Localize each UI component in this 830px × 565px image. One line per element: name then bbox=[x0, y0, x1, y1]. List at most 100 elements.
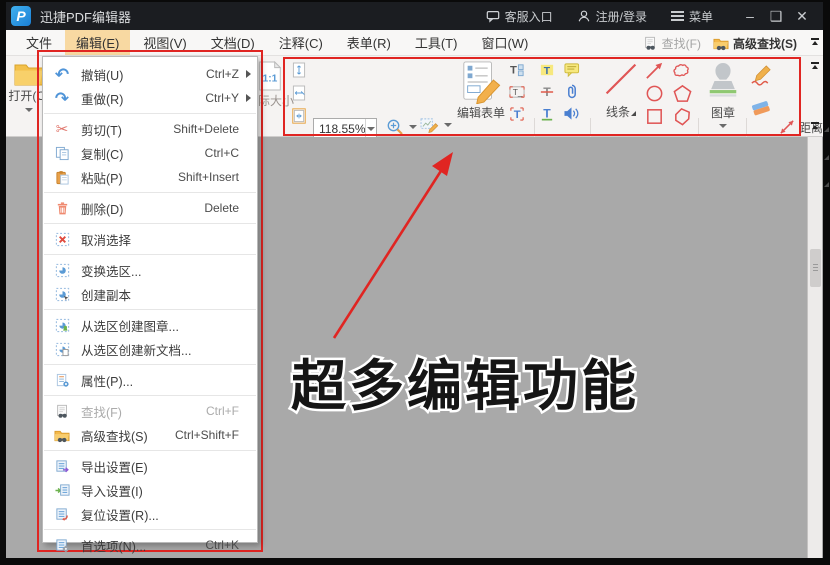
app-menu-label: 菜单 bbox=[689, 8, 713, 25]
menu-item-cut[interactable]: ✂剪切(T)Shift+Delete bbox=[43, 117, 257, 141]
attachment-pin-icon[interactable] bbox=[564, 84, 580, 100]
support-entry-button[interactable]: 客服入口 bbox=[478, 8, 561, 25]
menu-item-import-settings[interactable]: 导入设置(I) bbox=[43, 478, 257, 502]
fit-width-icon[interactable] bbox=[292, 85, 306, 101]
menu-item-paste[interactable]: 粘贴(P)Shift+Insert bbox=[43, 165, 257, 189]
menubar-item-form[interactable]: 表单(R) bbox=[336, 30, 402, 55]
menu-item-advanced-find[interactable]: 高级查找(S)Ctrl+Shift+F bbox=[43, 423, 257, 447]
distance-tool-button[interactable]: 距离 bbox=[778, 118, 829, 136]
line-label: 线条 bbox=[606, 105, 630, 119]
line-tool-button[interactable]: 线条 bbox=[598, 61, 644, 120]
edit-form-button[interactable]: 编辑表单 bbox=[454, 60, 508, 121]
vertical-scrollbar[interactable] bbox=[807, 137, 822, 558]
draw-group bbox=[750, 64, 773, 118]
svg-text:T: T bbox=[510, 64, 517, 76]
advanced-find-label: 高级查找(S) bbox=[733, 35, 797, 52]
strikethrough-text-icon[interactable]: T bbox=[539, 84, 555, 100]
pencil-draw-icon[interactable] bbox=[750, 64, 773, 87]
minimize-button[interactable]: – bbox=[739, 5, 761, 27]
sound-comment-icon[interactable] bbox=[563, 106, 580, 121]
support-entry-label: 客服入口 bbox=[505, 8, 553, 25]
toolbar-scroll-down-icon[interactable] bbox=[811, 122, 820, 129]
eraser-icon[interactable] bbox=[750, 99, 773, 118]
stamp-button[interactable]: 图章 bbox=[703, 60, 743, 128]
pentagon-shape-icon[interactable] bbox=[672, 83, 698, 104]
maximize-button[interactable]: ❑ bbox=[765, 5, 787, 27]
fit-visible-icon[interactable] bbox=[292, 108, 306, 124]
circle-shape-icon[interactable] bbox=[644, 83, 668, 104]
edit-menu-dropdown: ↶撤销(U)Ctrl+Z↷重做(R)Ctrl+Y✂剪切(T)Shift+Dele… bbox=[42, 56, 258, 543]
menu-item-stamp-from-selection[interactable]: 从选区创建图章... bbox=[43, 313, 257, 337]
menu-item-undo[interactable]: ↶撤销(U)Ctrl+Z bbox=[43, 62, 257, 86]
menubar-item-comment[interactable]: 注释(C) bbox=[268, 30, 334, 55]
menu-item-label: 重做(R) bbox=[81, 89, 205, 108]
menu-item-deselect[interactable]: 取消选择 bbox=[43, 227, 257, 251]
menu-item-properties[interactable]: 属性(P)... bbox=[43, 368, 257, 392]
app-menu-button[interactable]: 菜单 bbox=[663, 8, 721, 25]
menubar-item-tools[interactable]: 工具(T) bbox=[404, 30, 469, 55]
svg-text:T: T bbox=[543, 106, 551, 120]
typewriter-icon[interactable]: T bbox=[509, 106, 525, 122]
close-button[interactable]: ✕ bbox=[791, 5, 813, 27]
export-settings-icon bbox=[53, 458, 71, 475]
underline-text-icon[interactable]: T bbox=[539, 106, 555, 122]
fit-page-button[interactable] bbox=[292, 62, 306, 124]
edit-form-icon bbox=[460, 60, 502, 104]
menubar-item-document[interactable]: 文档(D) bbox=[200, 30, 266, 55]
form-fields-group: T T_ T bbox=[509, 62, 525, 122]
square-shape-icon[interactable] bbox=[644, 106, 668, 127]
toolbar-collapse-icon[interactable] bbox=[811, 38, 820, 45]
edit-object-icon bbox=[420, 117, 439, 133]
menu-item-label: 从选区创建新文档... bbox=[81, 340, 239, 359]
chevron-down-icon bbox=[367, 127, 375, 131]
titlebar: P 迅捷PDF编辑器 客服入口 注册/登录 菜单 – ❑ ✕ bbox=[6, 2, 823, 30]
menu-item-create-duplicate[interactable]: 创建副本 bbox=[43, 282, 257, 306]
menu-item-newdoc-from-selection[interactable]: 从选区创建新文档... bbox=[43, 337, 257, 361]
menu-item-shortcut: Ctrl+K bbox=[205, 538, 239, 552]
zoom-combo-arrow bbox=[365, 119, 376, 138]
arrow-shape-icon[interactable] bbox=[644, 60, 668, 81]
menubar-item-view[interactable]: 视图(V) bbox=[132, 30, 197, 55]
advanced-find-button[interactable]: 高级查找(S) bbox=[713, 35, 797, 52]
polygon-shape-icon[interactable] bbox=[672, 106, 698, 127]
menubar-item-edit[interactable]: 编辑(E) bbox=[65, 30, 130, 55]
menu-item-find[interactable]: 查找(F)Ctrl+F bbox=[43, 399, 257, 423]
highlight-text-icon[interactable]: T bbox=[539, 62, 555, 78]
menu-item-shortcut: Shift+Insert bbox=[178, 170, 239, 184]
menu-item-transform-selection[interactable]: 变换选区... bbox=[43, 258, 257, 282]
menu-item-label: 高级查找(S) bbox=[81, 426, 175, 445]
properties-icon bbox=[53, 372, 71, 389]
fit-page-icon bbox=[292, 62, 306, 78]
text-box-icon[interactable]: T_ bbox=[509, 84, 525, 100]
menu-item-label: 撤销(U) bbox=[81, 65, 206, 84]
advanced-find-icon bbox=[53, 427, 71, 444]
advanced-find-folder-icon bbox=[713, 36, 729, 51]
menu-item-export-settings[interactable]: 导出设置(E) bbox=[43, 454, 257, 478]
scrollbar-thumb[interactable] bbox=[810, 249, 821, 287]
app-logo-icon: P bbox=[11, 6, 31, 26]
menu-item-shortcut: Delete bbox=[204, 201, 239, 215]
cloud-shape-icon[interactable] bbox=[672, 60, 698, 81]
edit-object-button[interactable] bbox=[420, 117, 452, 133]
text-field-icon[interactable]: T bbox=[509, 62, 525, 78]
menubar-item-window[interactable]: 窗口(W) bbox=[470, 30, 539, 55]
sticky-note-icon[interactable] bbox=[564, 62, 580, 78]
menu-item-label: 剪切(T) bbox=[81, 120, 173, 139]
menu-item-reset-settings[interactable]: 复位设置(R)... bbox=[43, 502, 257, 526]
toolbar-scroll-up-icon[interactable] bbox=[811, 62, 820, 69]
svg-text:T_: T_ bbox=[513, 87, 523, 97]
zoom-level-combobox[interactable]: 118.55% bbox=[313, 118, 377, 139]
menu-item-redo[interactable]: ↷重做(R)Ctrl+Y bbox=[43, 86, 257, 110]
find-button[interactable]: 查找(F) bbox=[643, 35, 701, 52]
trash-icon bbox=[53, 200, 71, 217]
menu-item-delete[interactable]: 删除(D)Delete bbox=[43, 196, 257, 220]
stamp-icon bbox=[705, 60, 741, 104]
menu-item-preferences[interactable]: 首选项(N)...Ctrl+K bbox=[43, 533, 257, 557]
menu-item-copy[interactable]: 复制(C)Ctrl+C bbox=[43, 141, 257, 165]
chat-icon bbox=[486, 9, 500, 23]
marquee-zoom-button[interactable] bbox=[386, 118, 417, 136]
menu-item-shortcut: Ctrl+C bbox=[205, 146, 239, 160]
menubar-item-file[interactable]: 文件 bbox=[15, 30, 63, 55]
undo-icon: ↶ bbox=[53, 66, 71, 83]
login-button[interactable]: 注册/登录 bbox=[569, 8, 655, 25]
